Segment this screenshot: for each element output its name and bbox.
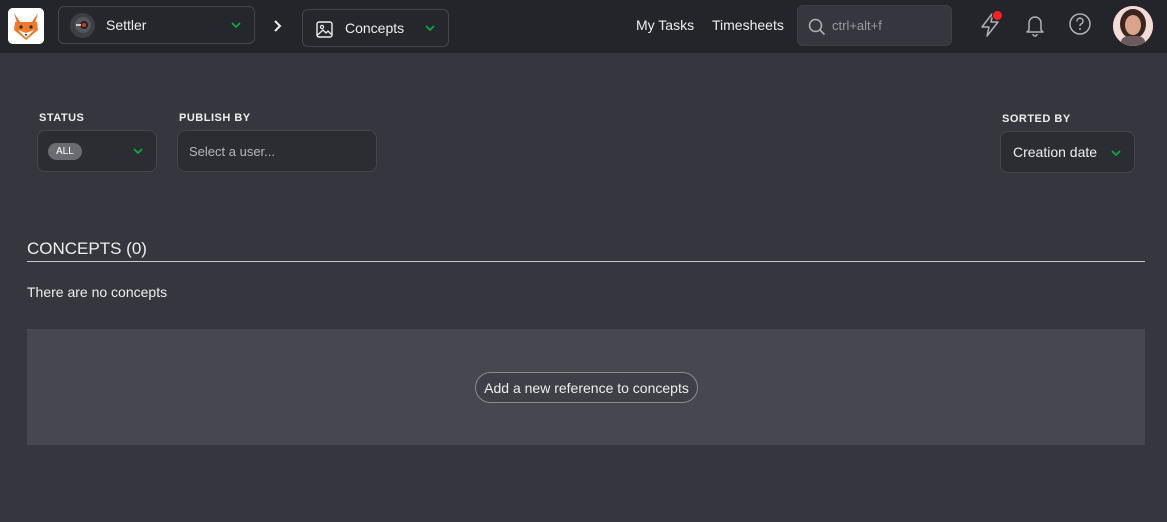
production-name: Settler bbox=[106, 17, 147, 33]
help-icon[interactable] bbox=[1068, 12, 1092, 36]
concepts-heading: CONCEPTS (0) bbox=[27, 239, 147, 258]
notification-dot bbox=[992, 10, 1003, 21]
search-icon bbox=[808, 18, 826, 35]
search-box[interactable] bbox=[797, 5, 952, 46]
status-pill: ALL bbox=[48, 142, 82, 160]
publish-by-input[interactable] bbox=[189, 143, 364, 159]
top-bar: Settler Concepts My Tasks Timesheets bbox=[0, 0, 1167, 53]
production-selector[interactable]: Settler bbox=[58, 6, 255, 44]
add-reference-button[interactable]: Add a new reference to concepts bbox=[475, 372, 698, 403]
chevron-down-icon bbox=[1111, 150, 1121, 157]
production-thumbnail bbox=[70, 12, 95, 38]
nav-my-tasks[interactable]: My Tasks bbox=[636, 17, 694, 33]
sorted-by-label: SORTED BY bbox=[1002, 113, 1071, 125]
status-filter[interactable]: ALL bbox=[37, 130, 157, 172]
publish-by-label: PUBLISH BY bbox=[179, 112, 251, 124]
status-filter-label: STATUS bbox=[39, 112, 85, 124]
section-name: Concepts bbox=[345, 20, 405, 36]
sorted-by-value: Creation date bbox=[1013, 144, 1098, 160]
image-icon bbox=[316, 20, 333, 38]
chevron-down-icon bbox=[231, 22, 241, 29]
avatar[interactable] bbox=[1113, 6, 1153, 46]
chevron-right-icon bbox=[274, 20, 282, 32]
section-divider bbox=[27, 261, 1145, 262]
empty-message: There are no concepts bbox=[27, 284, 168, 300]
chevron-down-icon bbox=[425, 25, 435, 32]
search-input[interactable] bbox=[832, 18, 942, 33]
chevron-down-icon bbox=[133, 148, 143, 155]
nav-timesheets[interactable]: Timesheets bbox=[712, 17, 784, 33]
kitsu-fox-logo[interactable] bbox=[8, 8, 44, 44]
bell-icon[interactable] bbox=[1023, 12, 1047, 38]
publish-by-field[interactable] bbox=[177, 130, 377, 172]
section-selector[interactable]: Concepts bbox=[302, 9, 449, 47]
sorted-by-select[interactable]: Creation date bbox=[1000, 131, 1135, 173]
